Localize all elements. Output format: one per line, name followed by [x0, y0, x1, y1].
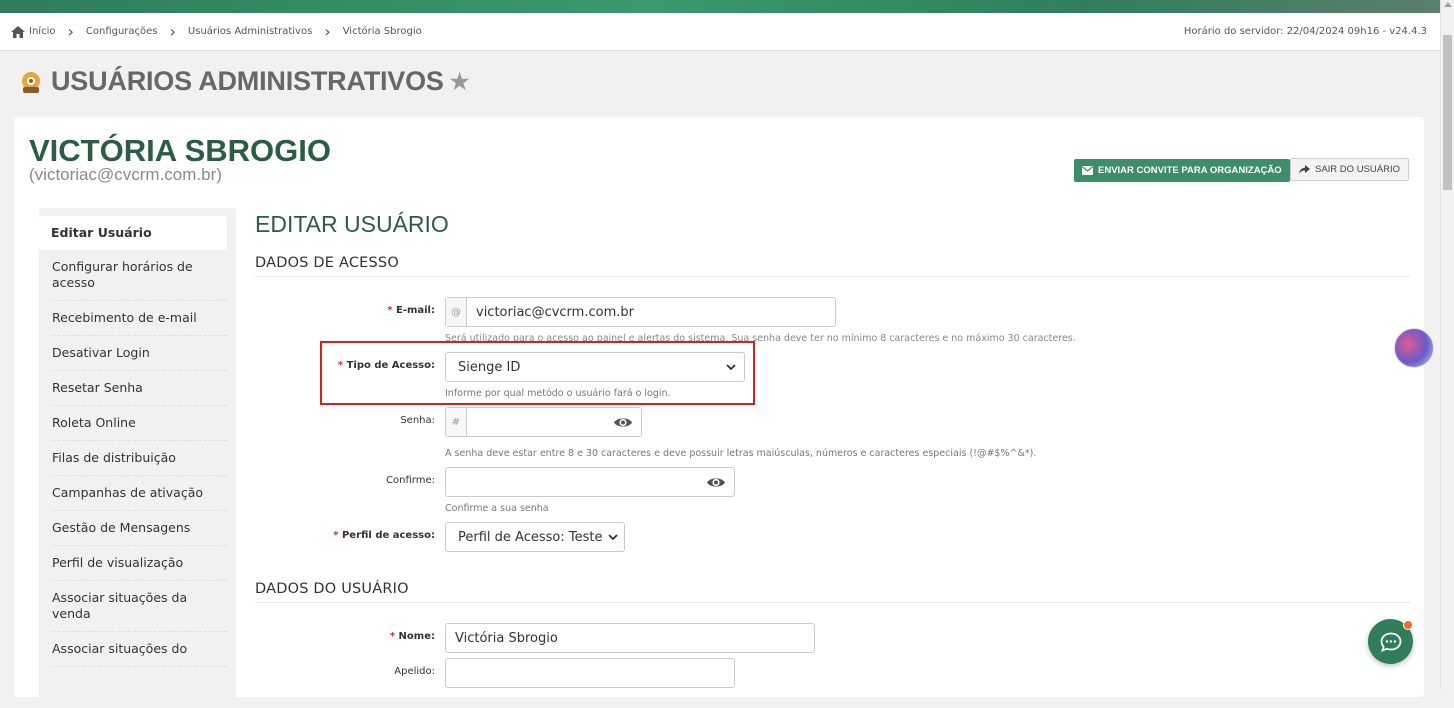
- breadcrumb-home[interactable]: Início: [29, 26, 55, 37]
- sidebar-item-access-hours[interactable]: Configurar horários de acesso: [52, 250, 227, 301]
- section-access-data: DADOS DE ACESSO: [255, 255, 1410, 277]
- user-card: VICTÓRIA SBROGIO (victoriac@cvcrm.com.br…: [14, 117, 1424, 708]
- name-label-text: Nome:: [398, 631, 435, 642]
- user-email: (victoriac@cvcrm.com.br): [29, 165, 222, 184]
- highlight-box: [320, 341, 755, 405]
- eye-icon[interactable]: [613, 414, 633, 431]
- scroll-up-icon[interactable]: [1444, 2, 1452, 7]
- profile-label: * Perfil de acesso:: [255, 530, 435, 541]
- confirm-label: Confirme:: [386, 475, 435, 486]
- user-name: VICTÓRIA SBROGIO: [29, 133, 331, 168]
- nickname-label: Apelido:: [394, 666, 435, 677]
- sidebar-item-view-profile[interactable]: Perfil de visualização: [52, 546, 227, 581]
- chevron-right-icon: ›: [67, 21, 74, 41]
- name-label: * Nome:: [255, 631, 435, 642]
- share-arrow-icon: [1299, 165, 1310, 174]
- confirm-help: Confirme a sua senha: [445, 503, 549, 514]
- chat-bubble-icon: [1380, 632, 1401, 652]
- sidebar-item-email-receiving[interactable]: Recebimento de e-mail: [52, 301, 227, 336]
- logout-user-label: SAIR DO USUÁRIO: [1315, 164, 1400, 175]
- user-side-menu: Editar Usuário Configurar horários de ac…: [39, 208, 236, 708]
- name-field[interactable]: Victória Sbrogio: [445, 623, 815, 653]
- password-label: Senha:: [400, 415, 435, 426]
- chevron-right-icon: ›: [169, 21, 176, 41]
- favorite-star-icon[interactable]: ★: [450, 69, 470, 95]
- section-user-data: DADOS DO USUÁRIO: [255, 581, 1410, 603]
- required-mark: *: [389, 631, 396, 642]
- email-value: victoriac@cvcrm.com.br: [476, 304, 634, 320]
- scroll-thumb[interactable]: [1443, 35, 1452, 190]
- sidebar-item-activation-campaigns[interactable]: Campanhas de ativação: [52, 476, 227, 511]
- required-mark: *: [333, 530, 339, 541]
- home-icon[interactable]: [11, 25, 25, 38]
- required-mark: *: [387, 305, 393, 316]
- access-profile-value: Perfil de Acesso: Teste: [458, 529, 603, 545]
- top-stripe: [0, 0, 1440, 13]
- server-time: Horário do servidor: 22/04/2024 09h16 - …: [1183, 26, 1427, 37]
- sidebar-item-reset-password[interactable]: Resetar Senha: [52, 371, 227, 406]
- email-label-text: E-mail:: [395, 305, 435, 316]
- sidebar-item-online-roulette[interactable]: Roleta Online: [52, 406, 227, 441]
- sidebar-item-disable-login[interactable]: Desativar Login: [52, 336, 227, 371]
- envelope-icon: [1082, 166, 1093, 175]
- sidebar-item-distribution-queues[interactable]: Filas de distribuição: [52, 441, 227, 476]
- logout-user-button[interactable]: SAIR DO USUÁRIO: [1290, 158, 1409, 181]
- invite-organization-label: ENVIAR CONVITE PARA ORGANIZAÇÃO: [1098, 165, 1282, 176]
- chevron-down-icon: [608, 534, 618, 541]
- profile-label-text: Perfil de acesso:: [341, 530, 435, 541]
- chat-notification-badge: [1403, 620, 1413, 630]
- sidebar-item-edit-user[interactable]: Editar Usuário: [39, 216, 227, 250]
- page-scrollbar[interactable]: [1440, 0, 1454, 689]
- name-value: Victória Sbrogio: [455, 630, 558, 646]
- email-field[interactable]: @ victoriac@cvcrm.com.br: [445, 297, 836, 327]
- page-title-text: USUÁRIOS ADMINISTRATIVOS: [51, 66, 444, 96]
- nickname-field[interactable]: [445, 658, 735, 688]
- confirm-password-field[interactable]: [445, 467, 735, 497]
- password-help: A senha deve estar entre 8 e 30 caracter…: [445, 448, 1037, 459]
- access-profile-select[interactable]: Perfil de Acesso: Teste: [445, 522, 625, 552]
- sidebar-item-message-management[interactable]: Gestão de Mensagens: [52, 511, 227, 546]
- breadcrumb: Início › Configurações › Usuários Administ…: [0, 13, 1440, 51]
- sidebar-item-sale-situations[interactable]: Associar situações da venda: [52, 581, 227, 632]
- breadcrumb-admin-users[interactable]: Usuários Administrativos: [188, 26, 312, 37]
- chevron-right-icon: ›: [324, 21, 331, 41]
- password-field[interactable]: #: [445, 407, 642, 437]
- invite-organization-button[interactable]: ENVIAR CONVITE PARA ORGANIZAÇÃO: [1074, 159, 1290, 182]
- hash-icon: #: [446, 408, 467, 436]
- users-gear-icon: [22, 71, 40, 93]
- email-label: * E-mail:: [255, 305, 435, 316]
- at-sign-icon: @: [446, 298, 467, 326]
- floating-avatar[interactable]: [1394, 328, 1434, 368]
- eye-icon[interactable]: [706, 474, 726, 491]
- sidebar-item-situations-more[interactable]: Associar situações do: [52, 632, 227, 667]
- page-title: USUÁRIOS ADMINISTRATIVOS ★: [18, 66, 469, 97]
- form-heading: EDITAR USUÁRIO: [255, 211, 449, 237]
- breadcrumb-settings[interactable]: Configurações: [86, 26, 158, 37]
- breadcrumb-current: Victória Sbrogio: [342, 26, 422, 37]
